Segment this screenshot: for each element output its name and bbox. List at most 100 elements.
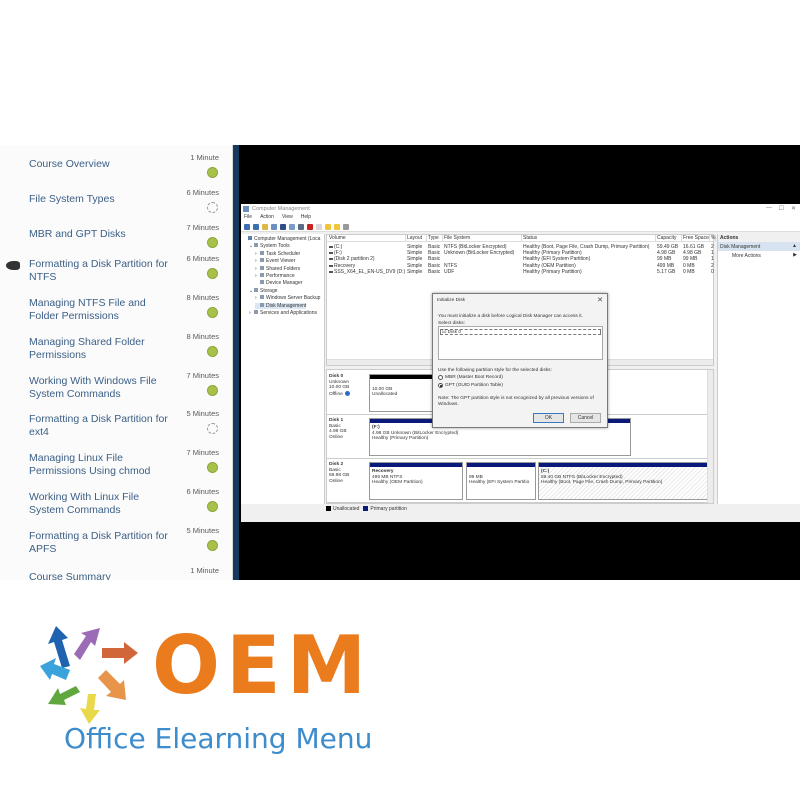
column-header[interactable]: File System	[443, 235, 522, 242]
partition-line2: Unallocated	[372, 392, 398, 398]
initialize-disk-dialog: Initialize Disk ✕ You must initialize a …	[432, 293, 608, 428]
dialog-close-button[interactable]: ✕	[597, 296, 603, 304]
tree-node[interactable]: › Services and Applications	[249, 310, 317, 316]
tree-node-label: Services and Applications	[260, 310, 317, 316]
view-icon[interactable]	[343, 224, 349, 230]
volume-cell: 2	[711, 262, 714, 269]
connect-icon[interactable]	[298, 224, 304, 230]
tree-node-label: Windows Server Backup	[266, 295, 321, 302]
up-folder-icon[interactable]	[262, 224, 268, 230]
volume-row[interactable]: (C:) Simple Basic NTFS (BitLocker Encrypted…	[327, 244, 714, 250]
column-header[interactable]: Capacity	[656, 235, 682, 242]
tree-node[interactable]: Computer Management (Loca	[243, 236, 320, 242]
volume-cell: 4.98 GB	[657, 250, 676, 257]
volume-row[interactable]: (F:) Simple Basic Unknown (BitLocker Encryp…	[327, 250, 714, 257]
properties-icon[interactable]	[280, 224, 286, 230]
volume-cell: Simple	[407, 262, 423, 269]
menu-file[interactable]: File	[244, 214, 252, 222]
partition-block[interactable]: (C:) 59.40 GB NTFS (BitLocker Encrypted) H…	[538, 462, 708, 500]
volume-row[interactable]: Recovery Simple Basic NTFS Healthy (OEM Part…	[327, 262, 714, 269]
volume-row[interactable]: SSS_X64_EL_EN-US_DV9 (D:) Simple Basic UDF H…	[327, 269, 714, 275]
partition-block[interactable]: Recovery 499 MB NTFS Healthy (OEM Partitio…	[369, 462, 463, 500]
lesson-item[interactable]: Course Summary 1 Minute	[0, 566, 232, 580]
volume-cell: 99 MB	[683, 256, 698, 263]
check-icon[interactable]	[316, 224, 322, 230]
disk-select-list[interactable]: ☑ Disk 0	[438, 326, 603, 360]
gpt-radio[interactable]: GPT (GUID Partition Table)	[438, 383, 503, 388]
column-header[interactable]: Volume	[328, 235, 406, 242]
lesson-item[interactable]: Managing NTFS File and Folder Permission…	[0, 293, 232, 337]
lesson-item[interactable]: Managing Shared Folder Permissions 8 Minu…	[0, 332, 232, 376]
lesson-duration: 1 Minute	[190, 566, 219, 575]
lesson-item[interactable]: Formatting a Disk Partition for ext4 5 Mi…	[0, 409, 232, 453]
radio-on-icon[interactable]	[438, 383, 443, 388]
actions-section-disk-management[interactable]: Disk Management ▲	[718, 242, 800, 251]
tree-node[interactable]: › Performance	[255, 273, 295, 279]
disk-list-item[interactable]: ☑ Disk 0	[440, 329, 601, 335]
tree-node[interactable]: › Windows Server Backup	[255, 295, 320, 301]
vertical-scrollbar[interactable]	[707, 370, 713, 503]
column-header[interactable]: Type	[427, 235, 443, 242]
tree-node[interactable]: Device Manager	[255, 280, 302, 286]
column-header[interactable]: Layout	[406, 235, 427, 242]
tree-node-icon	[260, 258, 264, 263]
volume-row[interactable]: (Disk 2 partition 2) Simple Basic Healthy (…	[327, 256, 714, 263]
mouse-pointer-icon	[6, 261, 20, 270]
mbr-radio[interactable]: MBR (Master Boot Record)	[438, 375, 503, 380]
disk-label[interactable]: Disk 2 Basic 59.98 GB Online	[329, 462, 369, 484]
complete-status-icon	[207, 462, 218, 473]
maximize-button[interactable]: ☐	[779, 205, 784, 212]
tree-node[interactable]: ⌄ System Tools	[249, 243, 290, 249]
menu-help[interactable]: Help	[301, 214, 311, 222]
checkbox-checked-icon[interactable]: ☑	[442, 330, 446, 335]
tree-node-icon	[248, 236, 252, 240]
minimize-button[interactable]: —	[766, 205, 772, 211]
tree-node-icon	[260, 265, 264, 270]
forward-icon[interactable]	[253, 224, 259, 230]
collapse-icon[interactable]: ▲	[792, 243, 797, 249]
disk-label[interactable]: Disk 1 Basic 4.98 GB Online	[329, 418, 369, 440]
folder-icon[interactable]	[325, 224, 331, 230]
volume-cell: 2	[711, 244, 714, 250]
disk-list-item-label: Disk 0	[447, 330, 461, 335]
show-hide-tree-icon[interactable]	[271, 224, 277, 230]
menu-view[interactable]: View	[282, 214, 293, 222]
tree-node-icon	[254, 287, 258, 292]
delete-icon[interactable]	[307, 224, 313, 230]
menu-action[interactable]: Action	[260, 214, 274, 222]
column-header[interactable]: Status	[522, 235, 656, 242]
ok-button[interactable]: OK	[533, 413, 564, 423]
tree-node[interactable]: ⌄ Storage	[249, 287, 278, 294]
close-button[interactable]: ✕	[791, 205, 796, 212]
disk-label[interactable]: Disk 0 Unknown 10.00 GB Offline	[329, 374, 369, 397]
cancel-button[interactable]: Cancel	[570, 413, 601, 423]
volume-cell: (C:)	[334, 244, 343, 250]
lesson-item[interactable]: Formatting a Disk Partition for APFS 5 Mi…	[0, 526, 232, 570]
radio-off-icon[interactable]	[438, 375, 443, 380]
tree-node[interactable]: › Event Viewer	[255, 258, 295, 264]
column-header[interactable]: %	[710, 235, 716, 242]
tree-node[interactable]: Disk Management	[255, 302, 307, 309]
logo-tagline: Office Elearning Menu	[64, 722, 373, 755]
lesson-duration: 8 Minutes	[186, 293, 219, 302]
lesson-item[interactable]: Working With Linux File System Commands 6…	[0, 487, 232, 531]
partition-block[interactable]: 99 MB Healthy (EFI System Partitio	[466, 462, 536, 500]
lesson-item[interactable]: Formatting a Disk Partition for NTFS 6 Mi…	[0, 254, 232, 298]
lesson-title: File System Types	[29, 193, 115, 205]
search-icon[interactable]	[334, 224, 340, 230]
volume-icon	[329, 258, 333, 261]
help-icon[interactable]	[289, 224, 295, 230]
tree-node[interactable]: › Shared Folders	[255, 265, 300, 272]
info-icon[interactable]	[344, 390, 350, 396]
green-arrow-icon	[48, 686, 80, 705]
lesson-item[interactable]: Managing Linux File Permissions Using ch…	[0, 448, 232, 492]
mbr-radio-label: MBR (Master Boot Record)	[445, 375, 503, 380]
disk-state: Offline	[329, 390, 369, 397]
tree-node[interactable]: › Task Scheduler	[255, 250, 300, 257]
back-icon[interactable]	[244, 224, 250, 230]
lesson-title: Managing Linux File Permissions Using ch…	[29, 452, 151, 477]
more-actions-item[interactable]: More Actions ▶	[718, 251, 800, 260]
disk-row-divider	[327, 502, 713, 503]
column-header[interactable]: Free Space	[682, 235, 710, 242]
legend-label: Primary partition	[370, 506, 407, 512]
